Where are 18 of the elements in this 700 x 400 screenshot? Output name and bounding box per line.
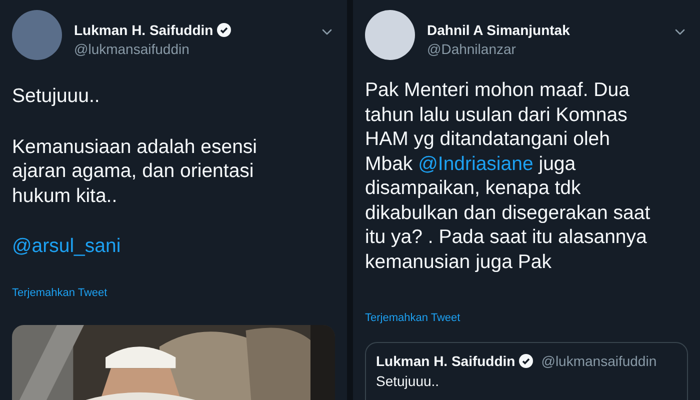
tweet-text: Setujuuu.. <box>12 84 101 108</box>
tweet-text: Kemanusiaan adalah esensi ajaran agama, dan orientasi hukum kita.. <box>12 134 258 208</box>
translate-link[interactable]: Terjemahkan Tweet <box>365 312 460 324</box>
author-name[interactable]: Lukman H. Saifuddin <box>376 353 516 369</box>
mention-link[interactable]: @Indriasiane <box>418 152 534 174</box>
mention-link[interactable]: @arsul_sani <box>12 235 121 257</box>
author-handle[interactable]: @Dahnilanzar <box>427 41 660 57</box>
translate-link[interactable]: Terjemahkan Tweet <box>12 286 108 298</box>
tweet-text: Setujuuu.. <box>376 373 440 389</box>
verified-badge-icon <box>519 354 534 368</box>
quoted-tweet[interactable]: Lukman H. Saifuddin @lukmansaifuddin Setujuuu.. <box>365 342 688 400</box>
author-handle[interactable]: @lukmansaifuddin <box>541 353 657 369</box>
verified-badge-icon <box>217 23 232 37</box>
author-handle[interactable]: @lukmansaifuddin <box>74 41 307 57</box>
avatar[interactable] <box>365 10 415 60</box>
author-name[interactable]: Lukman H. Saifuddin <box>74 22 214 38</box>
author-name[interactable]: Dahnil A Simanjuntak <box>427 22 570 38</box>
tweet-text: Pak Menteri mohon maaf. Dua tahun lalu usulan dari Komnas HAM yg ditandatangani oleh Mbak @Indriasiane juga disampaikan, kenapa tdk dikabulkan dan disegerakan saat itu ya? . Pada saat itu alasannya kemanusian juga Pak <box>365 78 652 274</box>
